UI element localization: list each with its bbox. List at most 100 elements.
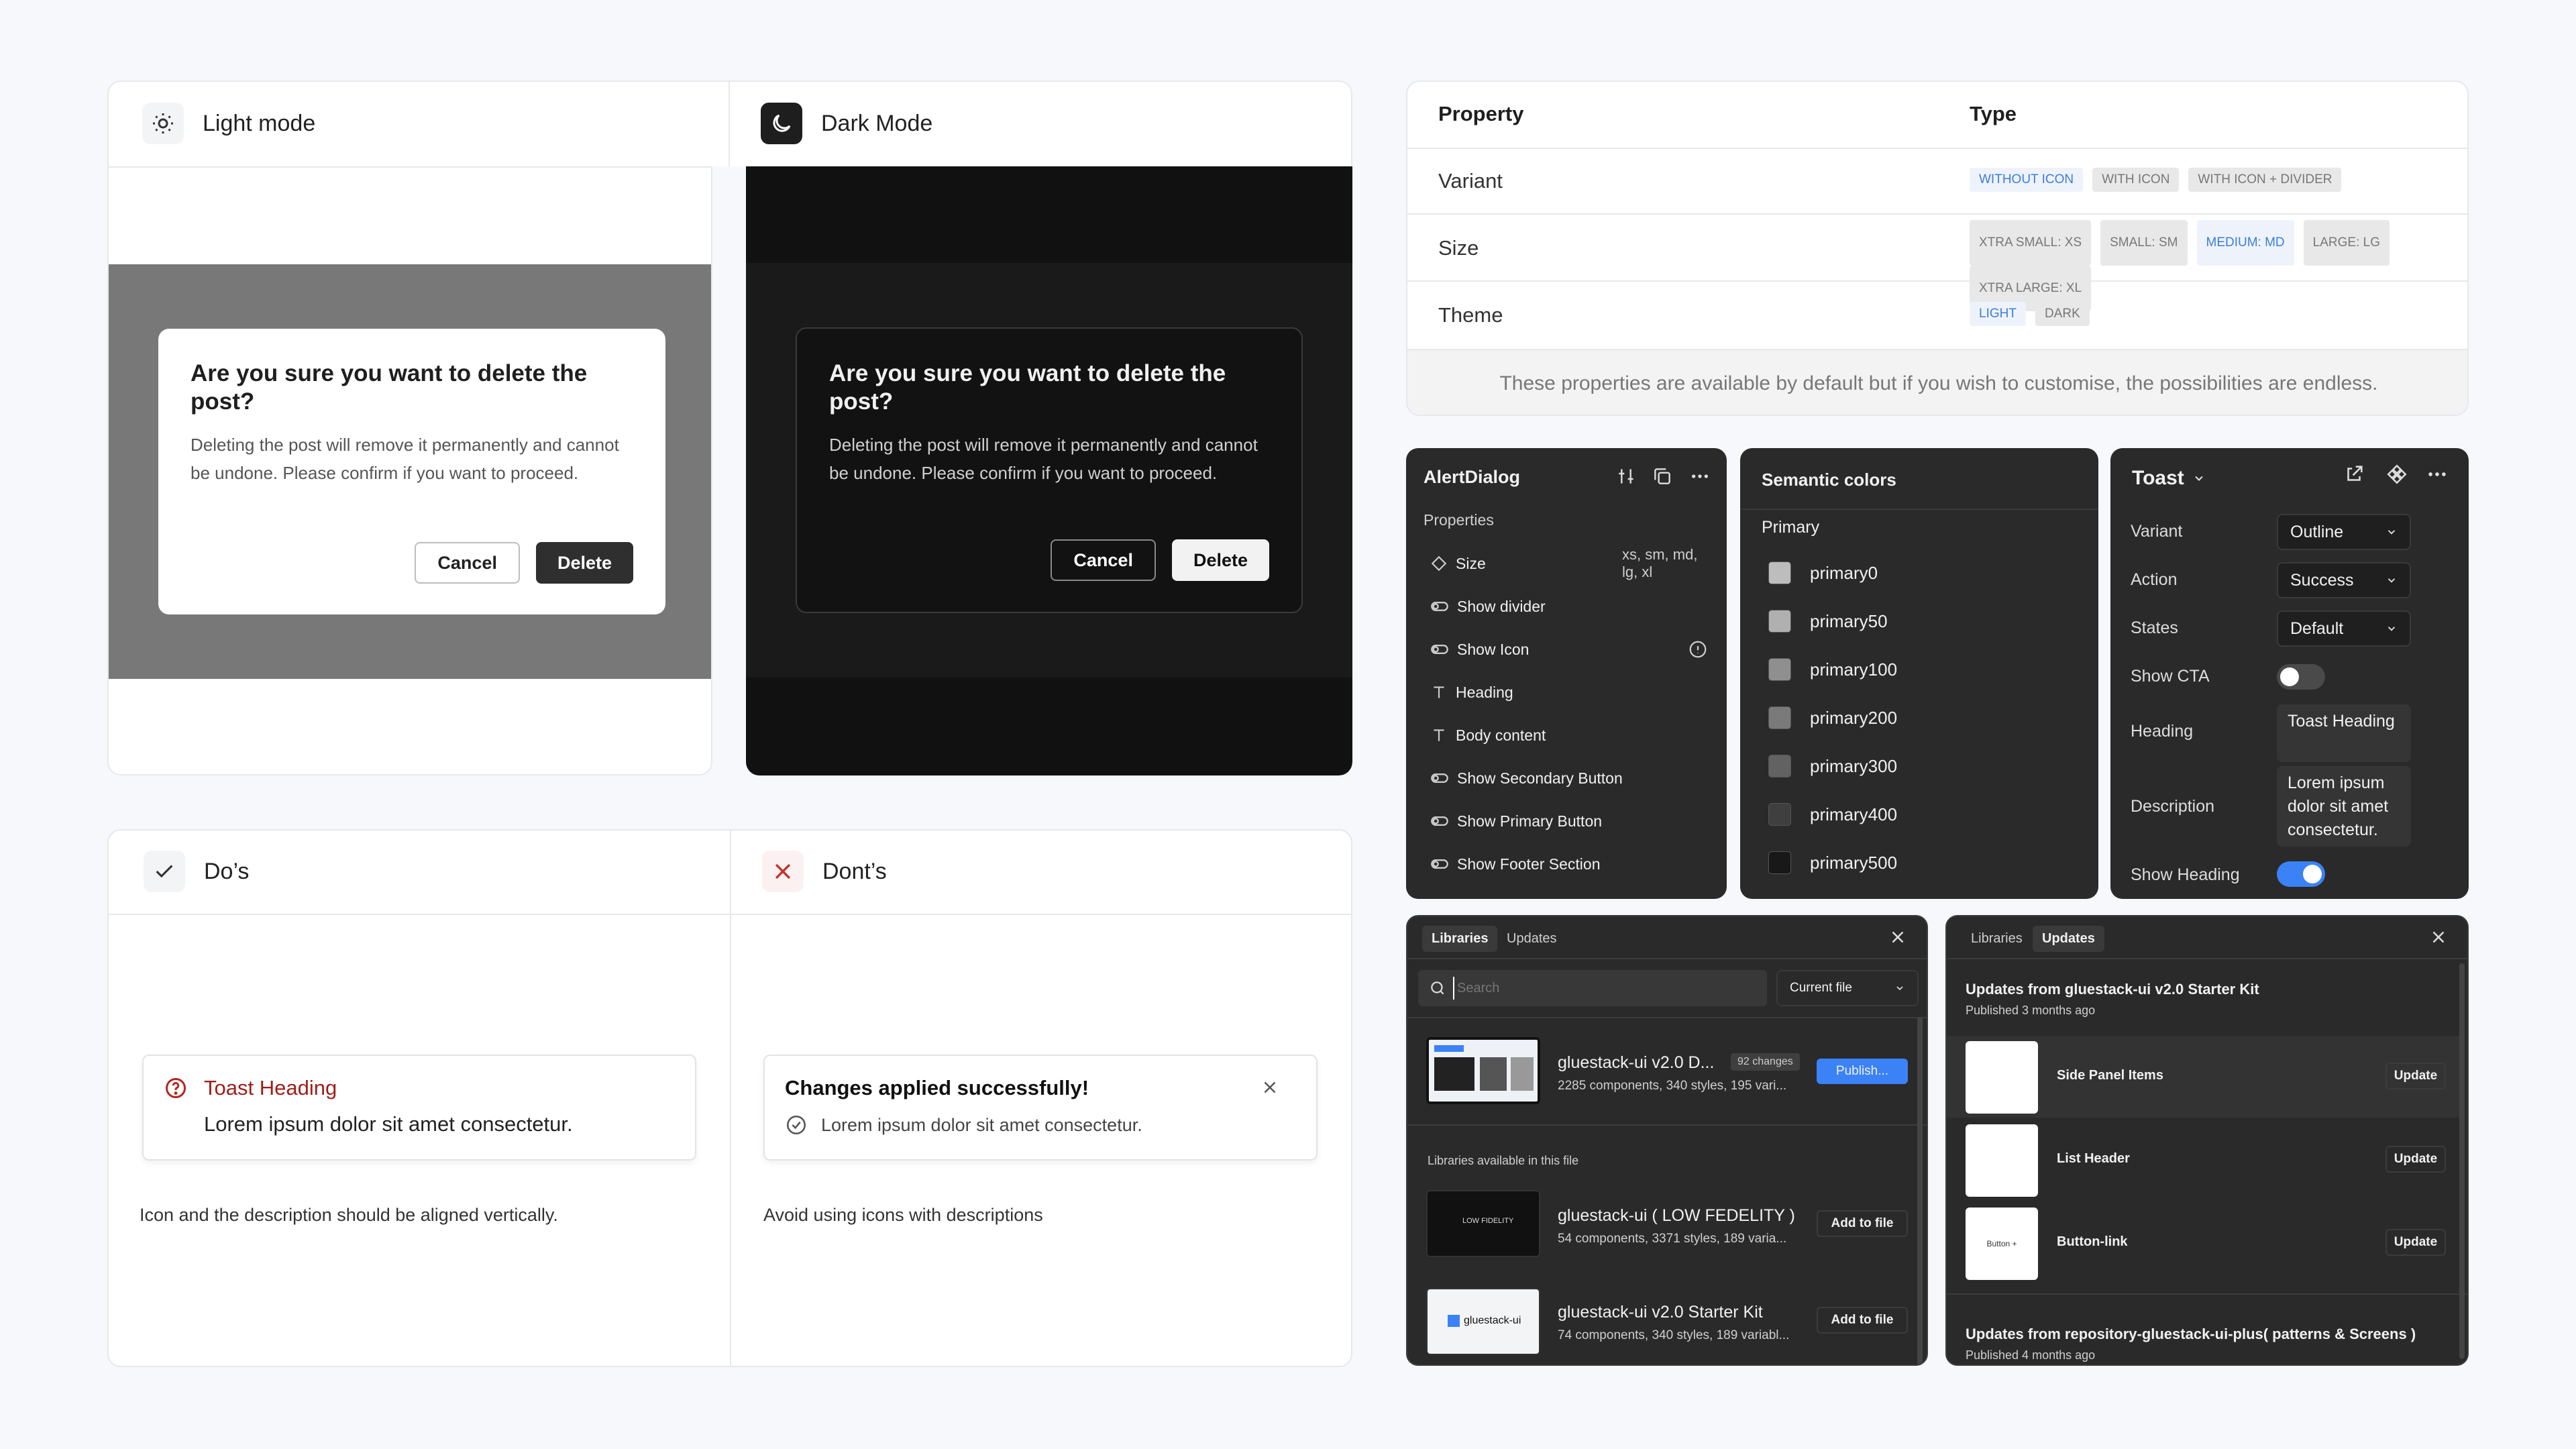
swatch-row[interactable]: primary100 bbox=[1768, 656, 1897, 683]
swatch-row[interactable]: primary400 bbox=[1768, 801, 1897, 828]
swatch-name: primary100 bbox=[1810, 659, 1898, 680]
toggle-icon bbox=[1431, 816, 1448, 826]
property-show-secondary-button[interactable]: Show Secondary Button bbox=[1430, 765, 1712, 792]
update-button[interactable]: Update bbox=[2385, 1063, 2446, 1089]
delete-button[interactable]: Delete bbox=[1171, 539, 1269, 581]
dont-toast: Changes applied successfully! Lorem ipsu… bbox=[763, 1055, 1318, 1161]
table-row: Variant WITHOUT ICON WITH ICON WITH ICON +… bbox=[1407, 149, 2467, 215]
close-icon[interactable] bbox=[1260, 1077, 1280, 1101]
thumbnail-bar bbox=[1434, 1045, 1464, 1052]
property-size[interactable]: Size xs, sm, md, lg, xl bbox=[1430, 546, 1712, 580]
sliders-icon[interactable] bbox=[1615, 466, 1637, 490]
show-cta-toggle[interactable] bbox=[2277, 664, 2325, 690]
add-to-file-button[interactable]: Add to file bbox=[1817, 1307, 1908, 1334]
copy-icon[interactable] bbox=[1652, 466, 1673, 490]
update-group-title: Updates from gluestack-ui v2.0 Starter K… bbox=[1966, 981, 2259, 998]
toast-body: Lorem ipsum dolor sit amet consectetur. bbox=[204, 1112, 573, 1136]
property-body-content[interactable]: Body content bbox=[1430, 722, 1712, 749]
swatch-row[interactable]: primary0 bbox=[1768, 559, 1878, 586]
swatch-row[interactable]: primary500 bbox=[1768, 849, 1897, 876]
properties-table: Property Type Variant WITHOUT ICON WITH I… bbox=[1406, 80, 2469, 416]
delete-button[interactable]: Delete bbox=[535, 542, 633, 584]
action-select[interactable]: Success bbox=[2277, 562, 2411, 598]
tab-updates[interactable]: Updates bbox=[1497, 926, 1566, 952]
alertdialog-properties-panel: AlertDialog Properties Size xs, sm, md, … bbox=[1406, 448, 1727, 899]
cancel-button[interactable]: Cancel bbox=[415, 542, 520, 584]
property-show-icon[interactable]: Show Icon bbox=[1430, 636, 1712, 663]
description-input[interactable]: Lorem ipsum dolor sit amet consectetur. bbox=[2277, 766, 2411, 847]
dialog-title: Are you sure you want to delete the post… bbox=[191, 360, 588, 415]
swatch-name: primary400 bbox=[1810, 804, 1898, 824]
property-label: Body content bbox=[1456, 726, 1546, 744]
tab-libraries[interactable]: Libraries bbox=[1422, 926, 1498, 952]
property-heading[interactable]: Heading bbox=[1430, 679, 1712, 706]
dos-donts-card: Do’s Dont’s Toast Heading Lorem ipsum do… bbox=[107, 829, 1352, 1367]
panel-title: Toast bbox=[2132, 467, 2184, 489]
divider bbox=[1947, 1293, 2467, 1295]
table-row: Theme LIGHT DARK bbox=[1407, 283, 2467, 349]
property-label: Size bbox=[1456, 554, 1486, 572]
dont-caption: Avoid using icons with descriptions bbox=[763, 1205, 1043, 1225]
add-to-file-button[interactable]: Add to file bbox=[1817, 1210, 1908, 1237]
component-selector[interactable]: Toast bbox=[2132, 462, 2206, 495]
close-icon[interactable] bbox=[2428, 927, 2449, 951]
link-icon[interactable] bbox=[2343, 463, 2365, 489]
heading-input[interactable]: Toast Heading bbox=[2277, 704, 2411, 762]
table-row: Size XTRA SMALL: xs SMALL: sm MEDIUM: md LA… bbox=[1407, 216, 2467, 311]
property-label: Show Secondary Button bbox=[1457, 769, 1623, 787]
chevron-down-icon bbox=[2387, 627, 2396, 631]
component-name: Button-link bbox=[2057, 1234, 2128, 1249]
search-input[interactable] bbox=[1453, 977, 1748, 1000]
tab-updates[interactable]: Updates bbox=[2033, 926, 2104, 952]
scrollbar[interactable] bbox=[2459, 963, 2465, 1359]
property-label: Show Primary Button bbox=[1457, 812, 1603, 830]
color-swatch bbox=[1768, 658, 1791, 681]
more-icon[interactable] bbox=[2426, 463, 2449, 489]
light-preview: Are you sure you want to delete the post… bbox=[107, 166, 712, 775]
update-button[interactable]: Update bbox=[2385, 1229, 2446, 1256]
type-tag: DARK bbox=[2035, 302, 2090, 326]
library-thumbnail: LOW FIDELITY bbox=[1426, 1190, 1540, 1257]
swatch-name: primary0 bbox=[1810, 562, 1878, 583]
thumbnail-block bbox=[1434, 1057, 1474, 1091]
text-icon bbox=[1434, 686, 1444, 698]
swatch-row[interactable]: primary50 bbox=[1768, 608, 1888, 635]
color-swatch bbox=[1768, 755, 1791, 777]
libraries-panel: Libraries Updates Current file gluestack… bbox=[1406, 915, 1928, 1366]
property-show-footer-section[interactable]: Show Footer Section bbox=[1430, 851, 1712, 877]
info-icon[interactable] bbox=[1688, 639, 1708, 659]
search-box[interactable] bbox=[1418, 970, 1767, 1006]
cancel-button[interactable]: Cancel bbox=[1051, 539, 1156, 581]
swatch-row[interactable]: primary300 bbox=[1768, 753, 1897, 780]
library-meta: 74 components, 340 styles, 189 variabl..… bbox=[1558, 1328, 1790, 1342]
property-show-divider[interactable]: Show divider bbox=[1430, 593, 1712, 620]
toggle-icon bbox=[1431, 602, 1448, 611]
section-label: Properties bbox=[1424, 511, 1494, 529]
scope-select[interactable]: Current file bbox=[1776, 970, 1919, 1006]
component-name: List Header bbox=[2057, 1151, 2130, 1166]
component-icon[interactable] bbox=[2385, 463, 2408, 489]
variant-select[interactable]: Outline bbox=[2277, 514, 2411, 550]
more-icon[interactable] bbox=[1689, 466, 1711, 490]
diamond-icon bbox=[1431, 555, 1447, 572]
show-heading-toggle[interactable] bbox=[2277, 861, 2325, 887]
tab-libraries[interactable]: Libraries bbox=[1962, 926, 2032, 952]
library-thumbnail: gluestack-ui bbox=[1426, 1288, 1540, 1355]
toast-body: Lorem ipsum dolor sit amet consectetur. bbox=[821, 1115, 1142, 1135]
swatch-row[interactable]: primary200 bbox=[1768, 704, 1897, 731]
property-show-primary-button[interactable]: Show Primary Button bbox=[1430, 808, 1712, 835]
states-select[interactable]: Default bbox=[2277, 610, 2411, 647]
swatch-name: primary50 bbox=[1810, 610, 1888, 631]
search-icon bbox=[1431, 981, 1444, 995]
toggle-icon bbox=[1431, 773, 1448, 783]
divider bbox=[1740, 508, 2098, 510]
text-icon bbox=[1434, 729, 1444, 741]
publish-button[interactable]: Publish... bbox=[1817, 1059, 1908, 1084]
dark-mode-header: Dark Mode bbox=[761, 103, 932, 144]
dos-header: Do’s bbox=[144, 851, 249, 892]
update-button[interactable]: Update bbox=[2385, 1146, 2446, 1173]
show-heading-label: Show Heading bbox=[2131, 865, 2240, 884]
close-icon[interactable] bbox=[1888, 927, 1908, 951]
scrollbar[interactable] bbox=[1917, 1017, 1923, 1364]
swatch-name: primary200 bbox=[1810, 707, 1898, 728]
